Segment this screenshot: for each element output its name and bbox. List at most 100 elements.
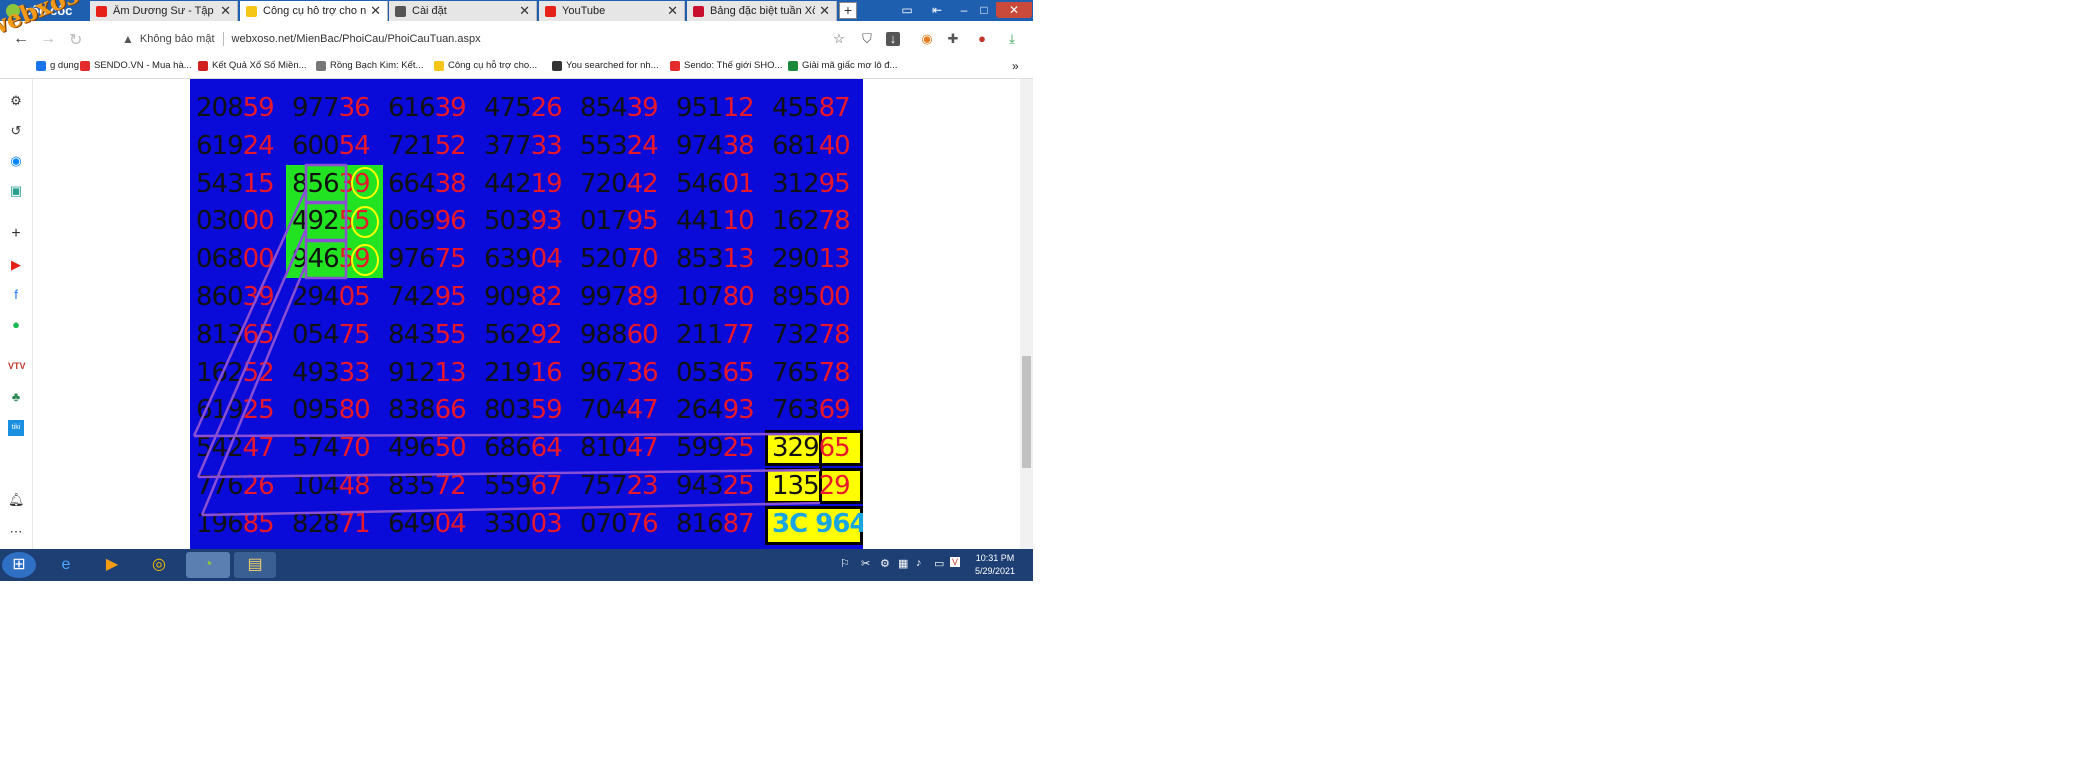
bookmark-label: SENDO.VN - Mua hà... [94,60,192,71]
bookmark-item[interactable]: SENDO.VN - Mua hà... [80,60,192,71]
close-window-button[interactable]: ✕ [996,2,1032,18]
maximize-button[interactable]: □ [975,2,993,18]
add-panel-icon[interactable]: + [8,226,24,242]
url-text[interactable]: webxoso.net/MienBac/PhoiCau/PhoiCauTuan.… [232,33,481,45]
game-icon[interactable]: ▣ [8,183,24,199]
vertical-scrollbar[interactable] [1020,79,1033,549]
download-icon[interactable]: ↓ [886,32,900,46]
coccoc-taskbar-icon[interactable]: ◔ [186,552,230,578]
browser-tab[interactable]: YouTube ✕ [539,1,685,21]
trend-lines-overlay [192,163,821,517]
shield-icon[interactable]: ⛉ [860,32,874,46]
tab-close-icon[interactable]: ✕ [519,3,530,19]
bookmark-item[interactable]: Sendo: Thế giới SHO... [670,60,782,71]
volume-icon[interactable]: ♪ [916,557,922,569]
scrollbar-thumb[interactable] [1022,356,1031,468]
settings-gear-icon[interactable]: ⚙ [8,93,24,109]
bookmark-item[interactable]: Kết Quả Xổ Số Miền... [198,60,307,71]
tab-favicon-icon [693,5,704,17]
trend-line [197,468,821,479]
bookmark-label: Sendo: Thế giới SHO... [684,60,783,71]
tab-close-icon[interactable]: ✕ [370,3,381,19]
chrome-icon[interactable]: ◎ [141,552,177,578]
new-tab-button[interactable]: + [839,2,857,19]
bookmark-label: Rồng Bạch Kim: Kết... [330,60,424,71]
leaf-icon[interactable]: ♣ [8,389,24,405]
bookmark-label: You searched for nh... [566,60,659,71]
bookmark-favicon-icon [670,60,680,71]
start-button[interactable]: ⊞ [2,552,36,578]
youtube-icon[interactable]: ▶ [8,257,24,273]
tab-close-icon[interactable]: ✕ [220,3,231,19]
facebook-icon[interactable]: f [8,287,24,303]
tab-close-icon[interactable]: ✕ [819,3,830,19]
cell-outline [304,239,348,280]
tab-close-icon[interactable]: ✕ [667,3,678,19]
bookmarks-bar: g dụng SENDO.VN - Mua hà... Kết Quả Xổ Số … [0,57,1033,79]
bookmark-item[interactable]: Giải mã giấc mơ lô đ... [788,60,897,71]
notification-bell-icon[interactable]: 🔔︎ [8,492,25,508]
internet-explorer-icon[interactable]: e [48,552,84,578]
bookmark-favicon-icon [316,60,326,71]
media-player-icon[interactable]: ▶ [94,552,130,578]
tray-icon[interactable]: ▦ [898,557,908,570]
profile-icon[interactable]: ● [975,32,989,46]
bookmark-item[interactable]: Công cụ hỗ trợ cho... [434,60,537,71]
trend-line [201,501,821,517]
address-separator [222,32,224,46]
bookmark-favicon-icon [198,60,208,71]
tab-label: Cài đặt [412,5,447,17]
circle-mark [351,167,379,199]
tray-icon[interactable]: ✂ [861,557,870,570]
star-icon[interactable]: ☆ [832,32,846,46]
tab-favicon-icon [246,5,257,17]
cell-outline [304,201,348,242]
minimize-button[interactable]: – [955,2,973,18]
bookmark-label: Kết Quả Xổ Số Miền... [212,60,307,71]
bookmark-favicon-icon [552,60,562,71]
bookmark-item[interactable]: Rồng Bạch Kim: Kết... [316,60,423,71]
bookmark-item[interactable]: You searched for nh... [552,60,659,71]
address-bar[interactable]: ▲ Không bảo mật webxoso.net/MienBac/Phoi… [122,28,862,50]
circle-mark [351,206,379,238]
puzzle-icon[interactable]: ✚ [946,32,960,46]
network-tray-icon[interactable]: ⚐ [840,557,850,570]
save-icon[interactable]: ⤓ [1005,32,1019,46]
tray-icon[interactable]: V [950,557,961,567]
bookmark-favicon-icon [788,60,798,71]
extension-color-icon[interactable]: ◉ [920,32,934,46]
trend-line [196,228,308,478]
bookmark-favicon-icon [80,60,90,71]
tiki-icon[interactable]: tiki [8,420,24,436]
history-icon[interactable]: ↺ [8,123,24,139]
bookmark-label: Giải mã giấc mơ lô đ... [802,60,898,71]
back-window-icon[interactable]: ⇤ [928,2,946,18]
browser-tab[interactable]: Bảng đặc biệt tuần Xổ ✕ [687,1,837,21]
cell-outline [304,163,348,204]
circle-mark [351,244,379,276]
spotify-icon[interactable]: ● [8,317,24,333]
tray-icon[interactable]: ▭ [934,557,944,570]
downloads-icon[interactable]: ▭ [897,2,917,18]
taskbar-clock[interactable]: 10:31 PM 5/29/2021 [960,552,1030,578]
tab-label: Công cụ hỗ trợ cho ng [263,5,367,17]
tray-icon[interactable]: ⚙ [880,557,890,570]
screenshot: cốc cốc Âm Dương Sư - Tập 0 ✕ Công cụ hỗ t… [0,0,1033,581]
messenger-icon[interactable]: ◉ [8,153,24,169]
browser-tab[interactable]: Công cụ hỗ trợ cho ng ✕ [240,1,388,21]
tab-favicon-icon [545,5,556,17]
left-sidebar: ⚙ ↺ ◉ ▣ + ▶ f ● VTV ♣ tiki 🔔︎ ⋯ [0,79,33,549]
lottery-number-grid: 20859 97736 61639 47526 85439 95112 45587 61924… [190,79,863,549]
bookmark-favicon-icon [434,60,444,71]
vtv-icon[interactable]: VTV [8,358,26,374]
browser-tab[interactable]: Cài đặt ✕ [389,1,537,21]
security-label: Không bảo mật [139,33,215,45]
bookmarks-more-icon[interactable]: » [1012,59,1019,73]
tab-label: YouTube [562,5,606,17]
file-explorer-icon[interactable]: ▤ [234,552,276,578]
tab-favicon-icon [395,5,406,17]
more-menu-icon[interactable]: ⋯ [8,524,24,540]
bookmark-label: Công cụ hỗ trợ cho... [448,60,538,71]
trend-line [193,432,821,438]
tab-label: Bảng đặc biệt tuần Xổ [710,5,816,17]
